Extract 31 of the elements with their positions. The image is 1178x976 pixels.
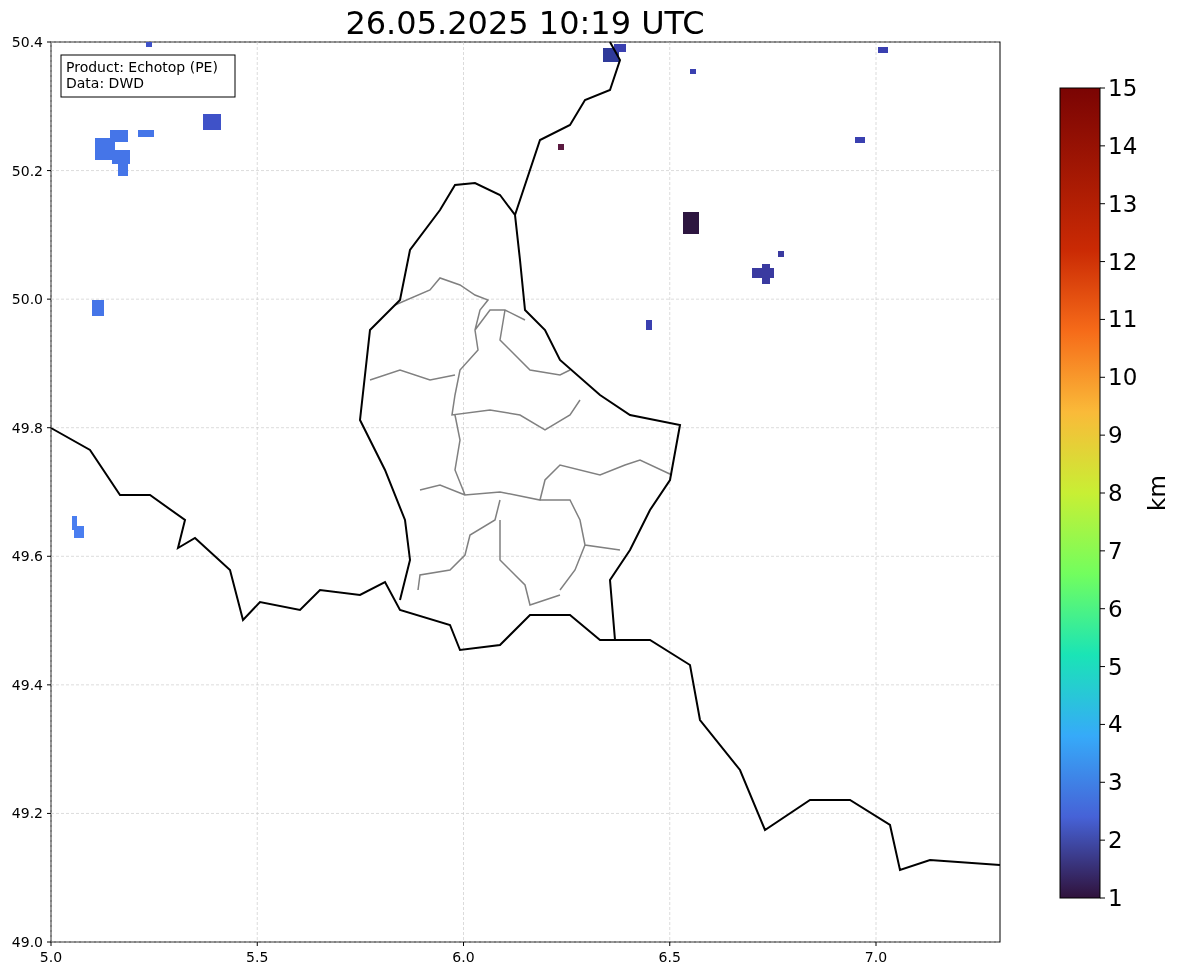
- colorbar-label: 3: [1108, 769, 1123, 796]
- map-title: 26.05.2025 10:19 UTC: [345, 4, 705, 42]
- colorbar-label: 11: [1108, 306, 1138, 333]
- colorbar-label: 2: [1108, 827, 1123, 854]
- colorbar-label: 13: [1108, 190, 1138, 217]
- y-axis-label: 49.8: [11, 419, 43, 436]
- colorbar-label: 6: [1108, 595, 1123, 622]
- colorbar-label: 10: [1108, 364, 1138, 391]
- colorbar-label: 12: [1108, 248, 1138, 275]
- y-axis-label: 49.6: [11, 548, 43, 565]
- colorbar-label: 1: [1108, 885, 1123, 911]
- colorbar-label: 5: [1108, 653, 1123, 680]
- y-axis-label: 50.4: [11, 34, 43, 50]
- colorbar-label: 9: [1108, 422, 1123, 449]
- y-axis-label: 50.2: [11, 162, 43, 179]
- x-axis-label: 5.0: [39, 949, 63, 965]
- x-axis-label: 7.0: [864, 949, 888, 965]
- x-axis-label: 6.0: [452, 949, 475, 965]
- colorbar-label: 8: [1108, 480, 1123, 506]
- info-box: Product: Echotop (PE) Data: DWD: [60, 54, 236, 98]
- x-axis-label: 6.5: [658, 949, 681, 965]
- x-axis-label: 5.5: [246, 949, 269, 965]
- y-axis-label: 49.0: [11, 934, 43, 950]
- y-axis-label: 49.4: [11, 676, 43, 693]
- colorbar-label: 15: [1108, 75, 1138, 101]
- y-axis-label: 50.0: [11, 291, 43, 308]
- colorbar-label: 7: [1108, 537, 1123, 564]
- colorbar-label: 14: [1108, 132, 1138, 159]
- colorbar-label: 4: [1108, 711, 1123, 738]
- y-axis-label: 49.2: [11, 805, 43, 822]
- colorbar-title: km: [1144, 475, 1170, 511]
